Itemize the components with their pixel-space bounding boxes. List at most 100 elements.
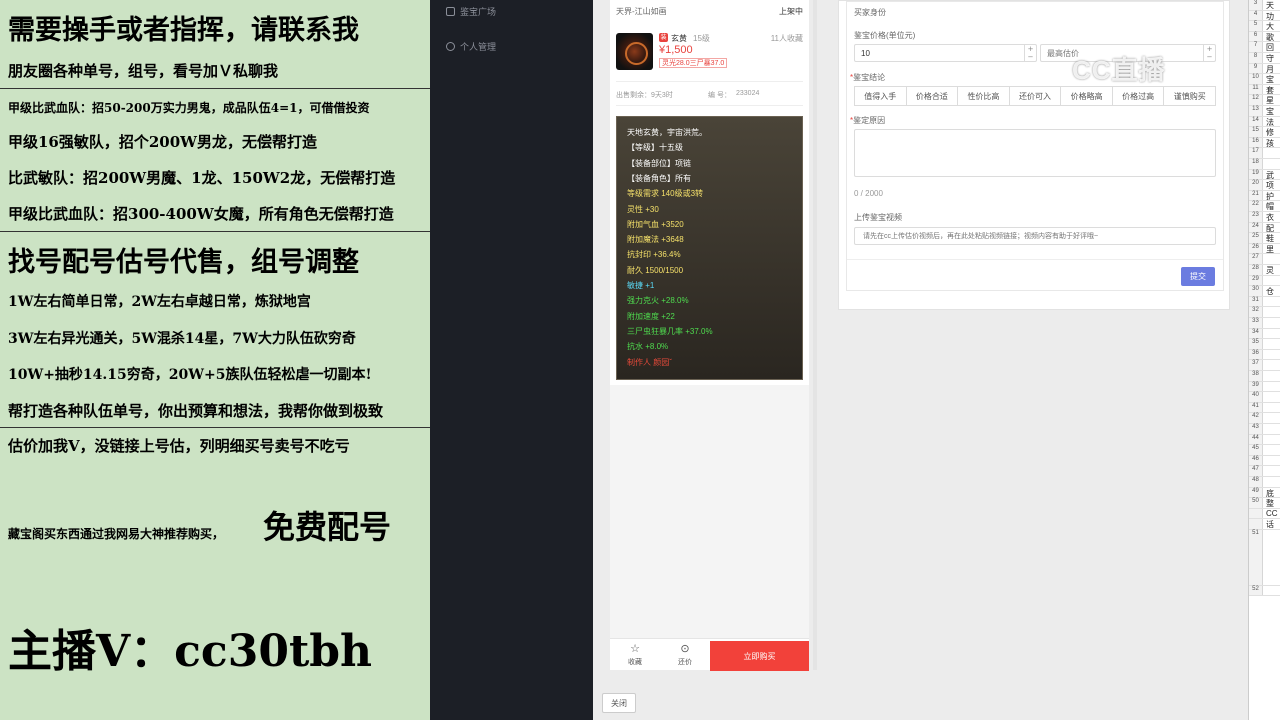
bargain-icon: ⊙ [680, 643, 690, 655]
sheet-row[interactable]: 41 [1249, 402, 1280, 414]
sheet-row[interactable]: 42 [1249, 413, 1280, 424]
sheet-row[interactable]: 9月 [1249, 63, 1280, 75]
favorite-button[interactable]: ☆ 收藏 [610, 639, 660, 671]
sheet-cell: 衣 [1266, 213, 1274, 222]
sidebar-item-appraisal-square[interactable]: 鉴宝广场 [446, 5, 496, 18]
verdict-option[interactable]: 价格过高 [1112, 87, 1165, 105]
row-number: 41 [1249, 402, 1263, 413]
overlay-line: 帮打造各种队伍单号，你出预算和想法，我帮你做到极致 [8, 402, 384, 420]
sheet-row[interactable]: 7回 [1249, 42, 1280, 53]
sheet-row[interactable]: 13 宝 [1249, 106, 1280, 117]
sheet-row[interactable]: 46 [1249, 455, 1280, 467]
appraisal-form: 买家身份 鉴宝价格(单位元) +− +− *鉴宝结论 值得入手 价格合适 性价比… [846, 1, 1224, 291]
sidebar-item-personal[interactable]: 个人管理 [446, 40, 496, 53]
row-number [1249, 519, 1263, 529]
sheet-row[interactable]: 24 配 [1249, 222, 1280, 234]
buy-now-button[interactable]: 立即购买 [710, 641, 809, 671]
price-stepper[interactable]: + − [1024, 45, 1036, 61]
sheet-row[interactable]: 39 [1249, 381, 1280, 393]
row-number [1249, 508, 1263, 519]
sheet-row[interactable]: 47 [1249, 466, 1280, 477]
sheet-row[interactable]: 19 武 [1249, 169, 1280, 181]
stream-overlay-panel: 需要操手或者指挥，请联系我 朋友圈各种单号，组号，看号加Ｖ私聊我 甲级比武血队：… [0, 0, 430, 720]
overlay-divider [0, 231, 430, 232]
sheet-row[interactable]: 34 [1249, 328, 1280, 340]
equipment-badge: 装 [659, 33, 668, 42]
sheet-cell: 灵 [1266, 266, 1274, 275]
sheet-row[interactable]: 11 套 [1249, 84, 1280, 96]
sheet-row[interactable]: 23 衣 [1249, 212, 1280, 223]
row-number: 51 [1249, 529, 1263, 585]
sheet-row[interactable]: 15 修 [1249, 127, 1280, 138]
price-input[interactable]: +− [854, 44, 1037, 62]
sheet-row[interactable]: 29 [1249, 275, 1280, 287]
row-number: 20 [1249, 180, 1263, 190]
sheet-row[interactable]: 14 法 [1249, 116, 1280, 128]
attribute-line: 灵性 +30 [627, 204, 659, 214]
verdict-option[interactable]: 值得入手 [855, 87, 907, 105]
row-number: 43 [1249, 424, 1263, 434]
close-button[interactable]: 关闭 [602, 693, 636, 713]
sheet-row[interactable]: 48 [1249, 477, 1280, 488]
row-number: 18 [1249, 159, 1263, 169]
item-thumbnail[interactable] [616, 33, 653, 70]
sheet-row[interactable]: 49 底 [1249, 487, 1280, 499]
reason-textarea[interactable] [854, 129, 1216, 177]
preview-scrollbar[interactable] [813, 0, 817, 670]
sheet-row[interactable]: 26 里 [1249, 243, 1280, 255]
sheet-row[interactable]: 25 鞋 [1249, 233, 1280, 244]
sheet-cell: 歌 [1266, 32, 1274, 42]
sheet-row[interactable]: 45 [1249, 445, 1280, 456]
sheet-row[interactable]: 12 星 [1249, 95, 1280, 106]
sheet-row[interactable]: 44 [1249, 434, 1280, 446]
overlay-line: 比武敏队：招200W男魔、1龙、150W2龙，无偿帮打造 [8, 169, 396, 187]
sheet-cell: 武 [1266, 170, 1274, 180]
sheet-row[interactable]: 22 帽 [1249, 201, 1280, 212]
sheet-row[interactable]: 8守 [1249, 53, 1280, 64]
submit-button[interactable]: 提交 [1181, 267, 1215, 286]
verdict-option[interactable]: 谨慎购买 [1164, 87, 1216, 105]
sheet-row[interactable]: 30 仓 [1249, 286, 1280, 297]
sheet-row[interactable]: 17 [1249, 148, 1280, 159]
sheet-row[interactable]: 16 孩 [1249, 137, 1280, 149]
sheet-row[interactable]: 35 [1249, 339, 1280, 350]
sheet-row[interactable]: 43 [1249, 424, 1280, 435]
sheet-row[interactable]: 27 [1249, 254, 1280, 265]
sheet-row[interactable]: 21 护 [1249, 190, 1280, 202]
sheet-row[interactable]: 5大 [1249, 21, 1280, 32]
row-number: 15 [1249, 127, 1263, 137]
sheet-row[interactable]: CC [1249, 508, 1280, 520]
sheet-row[interactable]: 40 [1249, 392, 1280, 403]
sheet-row[interactable]: 6歌 [1249, 31, 1280, 43]
sheet-row[interactable]: 4功 [1249, 10, 1280, 22]
verdict-option[interactable]: 价格略高 [1061, 87, 1113, 105]
row-number: 21 [1249, 190, 1263, 201]
row-number: 34 [1249, 328, 1263, 339]
sheet-row[interactable]: 38 [1249, 371, 1280, 382]
sheet-row[interactable]: 36 [1249, 349, 1280, 361]
sheet-row[interactable]: 3天 [1249, 0, 1280, 11]
reason-label: *鉴定原因 [850, 116, 886, 125]
sheet-row[interactable]: 51 [1249, 529, 1280, 586]
verdict-option[interactable]: 性价比高 [958, 87, 1010, 105]
row-number: 25 [1249, 233, 1263, 243]
sheet-row[interactable]: 18 [1249, 159, 1280, 170]
sheet-row[interactable]: 37 [1249, 360, 1280, 371]
row-number: 42 [1249, 413, 1263, 423]
sheet-row[interactable]: 52 [1249, 585, 1280, 597]
sheet-row[interactable]: 32 [1249, 307, 1280, 318]
sheet-row[interactable]: 31 [1249, 296, 1280, 308]
sheet-row[interactable]: 50 整 [1249, 498, 1280, 509]
verdict-option[interactable]: 还价可入 [1009, 87, 1062, 105]
verdict-option[interactable]: 价格合适 [906, 87, 959, 105]
sheet-cell: 整 [1266, 499, 1274, 509]
max-price-stepper[interactable]: + − [1203, 45, 1215, 61]
sheet-row[interactable]: 10 宝 [1249, 74, 1280, 85]
video-link-input[interactable] [854, 227, 1216, 245]
price-field[interactable] [861, 47, 1001, 60]
sheet-row[interactable]: 33 [1249, 318, 1280, 329]
sheet-row[interactable]: 20 项 [1249, 180, 1280, 191]
bargain-button[interactable]: ⊙ 还价 [660, 639, 710, 671]
sheet-row[interactable]: 话 [1249, 519, 1280, 530]
sheet-row[interactable]: 28 灵 [1249, 265, 1280, 276]
